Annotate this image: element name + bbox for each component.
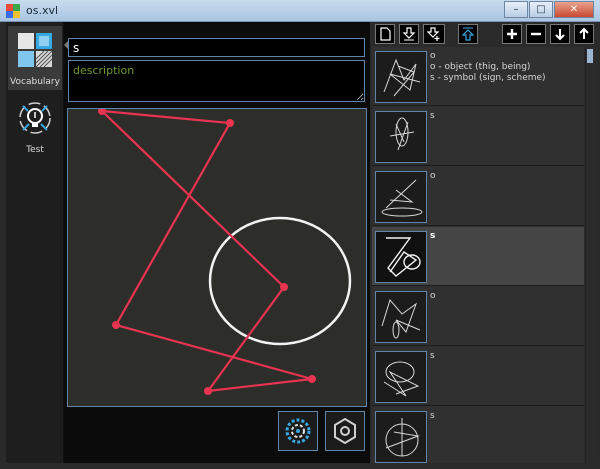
list-item[interactable]: o: [372, 167, 584, 226]
export-button[interactable]: [458, 24, 478, 44]
drawing-surface: [98, 109, 352, 395]
app-window: os.xvl – □ ✕ Vocabulary Test s descripti…: [0, 0, 600, 469]
glyph-thumbnail: [375, 51, 427, 103]
move-up-icon: [579, 27, 589, 39]
side-nav: Vocabulary Test: [6, 22, 64, 463]
description-field[interactable]: [68, 60, 365, 102]
vocabulary-panel: o o - object (thig, being) s - symbol (s…: [372, 22, 594, 463]
list-item[interactable]: o o - object (thig, being) s - symbol (s…: [372, 47, 584, 106]
glyph-thumbnail: [375, 411, 427, 463]
list-item[interactable]: o: [372, 287, 584, 346]
move-down-button[interactable]: [550, 24, 570, 44]
control-point: [226, 119, 234, 127]
move-up-button[interactable]: [574, 24, 594, 44]
move-down-icon: [555, 29, 565, 41]
nav-item-test[interactable]: Test: [8, 94, 62, 158]
list-item-text: s: [430, 351, 435, 361]
list-item-text: o: [430, 171, 436, 181]
control-point: [204, 387, 212, 395]
add-button[interactable]: [502, 24, 522, 44]
control-point: [308, 375, 316, 383]
list-item-text: o o - object (thig, being) s - symbol (s…: [430, 51, 546, 83]
maximize-button[interactable]: □: [529, 1, 553, 18]
list-item-selected[interactable]: s: [372, 227, 584, 286]
add-icon: [507, 29, 517, 39]
import-add-icon: [427, 27, 440, 41]
main-area: Vocabulary Test .desc::placeholder{color…: [6, 22, 594, 463]
window-title: os.xvl: [26, 4, 59, 17]
nav-item-label: Test: [26, 145, 44, 155]
new-file-button[interactable]: [375, 24, 395, 44]
export-icon: [461, 27, 475, 41]
vocabulary-list[interactable]: o o - object (thig, being) s - symbol (s…: [372, 47, 584, 463]
scrollbar-thumb[interactable]: [587, 49, 593, 63]
glyph-thumbnail: [375, 351, 427, 403]
title-bar[interactable]: os.xvl – □ ✕: [0, 0, 600, 22]
lightbulb-icon: [19, 102, 51, 134]
list-item-text: s: [430, 231, 436, 241]
list-item[interactable]: s: [372, 107, 584, 166]
import-button[interactable]: [399, 24, 419, 44]
app-icon: [6, 4, 20, 18]
hexagon-icon: [334, 417, 356, 445]
drawing-canvas[interactable]: [67, 108, 367, 407]
remove-icon: [531, 32, 541, 36]
import-icon: [402, 27, 416, 41]
vocabulary-grid-icon: [18, 33, 53, 68]
list-item[interactable]: s: [372, 407, 584, 463]
editor-panel: .desc::placeholder{color:#6f9a2f;opacity…: [64, 22, 370, 463]
hexagon-tool-button[interactable]: [325, 411, 365, 451]
close-button[interactable]: ✕: [554, 1, 594, 18]
list-item-text: s: [430, 111, 435, 121]
glyph-thumbnail: [375, 111, 427, 163]
polyline-stroke: [101, 109, 313, 393]
list-scrollbar[interactable]: [585, 47, 594, 463]
spiral-icon: [285, 418, 311, 444]
nav-item-label: Vocabulary: [10, 77, 60, 87]
nav-item-vocabulary[interactable]: Vocabulary: [8, 26, 62, 90]
list-item-text: o: [430, 291, 436, 301]
list-item[interactable]: s: [372, 347, 584, 406]
glyph-thumbnail: [375, 291, 427, 343]
control-point: [112, 321, 120, 329]
glyph-thumbnail: [375, 171, 427, 223]
list-item-text: s: [430, 411, 435, 421]
glyph-thumbnail: [375, 231, 427, 283]
name-field[interactable]: [68, 38, 365, 57]
new-file-icon: [380, 27, 391, 41]
control-point: [280, 283, 288, 291]
import-add-button[interactable]: [423, 24, 445, 44]
minimize-button[interactable]: –: [504, 1, 528, 18]
remove-button[interactable]: [526, 24, 546, 44]
spiral-tool-button[interactable]: [278, 411, 318, 451]
